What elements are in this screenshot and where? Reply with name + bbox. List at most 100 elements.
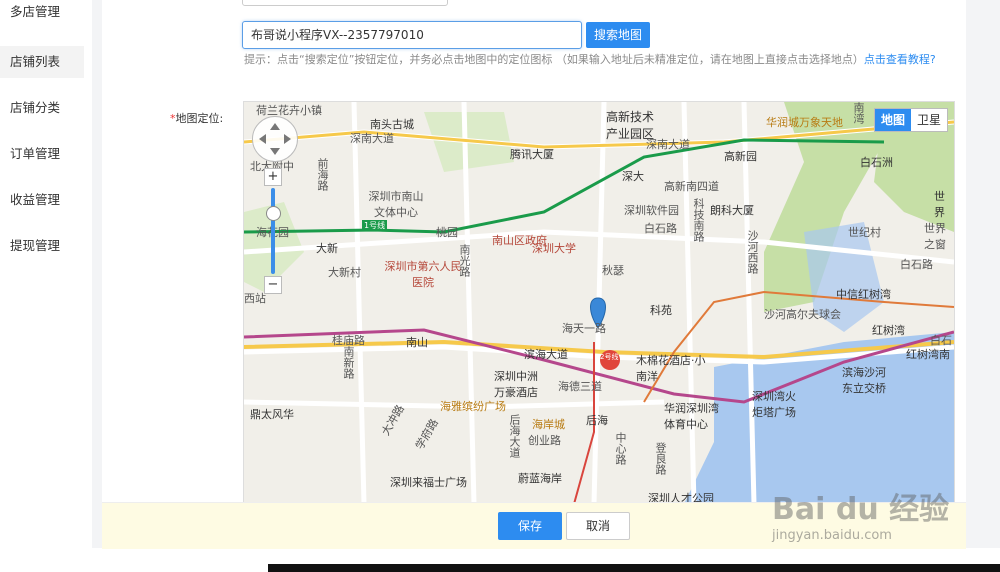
place-label: 高新园 — [724, 150, 757, 163]
place-label: 沙河高尔夫球会 — [764, 308, 841, 321]
metro-label: 2号线 — [600, 353, 619, 361]
map-location-label: *地图定位: — [170, 110, 223, 126]
place-label: 海德三道 — [558, 380, 602, 393]
place-label: 深圳湾火炬塔广场 — [752, 390, 796, 419]
watermark-logo: Bai du 经验 — [772, 492, 950, 527]
place-label: 南新路 — [342, 346, 355, 379]
sidebar-item-store-category[interactable]: 店铺分类 — [0, 92, 84, 124]
place-label: 木棉花酒店·小南洋 — [636, 354, 706, 383]
place-label: 创业路 — [528, 434, 561, 447]
search-map-button[interactable]: 搜索地图 — [586, 22, 650, 48]
place-label: 朗科大厦 — [710, 204, 754, 217]
place-label: 学府路 — [413, 416, 441, 452]
place-label: 白石路 — [644, 222, 677, 235]
sidebar-item-label: 提现管理 — [10, 238, 61, 253]
sidebar-item-multi-store[interactable]: 多店管理 — [0, 0, 84, 28]
cancel-button[interactable]: 取消 — [566, 512, 630, 540]
place-label: 华润深圳湾体育中心 — [664, 402, 719, 431]
place-label: 深圳市第六人民医院 — [384, 260, 462, 289]
place-label: 红树湾 — [872, 324, 905, 337]
watermark: Bai du 经验 jingyan.baidu.com — [772, 468, 982, 548]
map-type-switch: 地图 卫星 — [873, 108, 948, 132]
pan-arrows-icon — [259, 123, 291, 155]
place-label: 红树湾南 — [906, 348, 950, 361]
place-label: 荷兰花卉小镇 — [256, 104, 322, 117]
map-canvas[interactable]: 荷兰花卉小镇 南头古城 深南大道 前海路 深圳市南山文体中心 海花园 大新 大新… — [243, 101, 955, 505]
map-place-labels: 荷兰花卉小镇 南头古城 深南大道 前海路 深圳市南山文体中心 海花园 大新 大新… — [244, 102, 954, 504]
sidebar-item-label: 多店管理 — [10, 4, 61, 19]
place-label: 前海路 — [316, 158, 329, 191]
place-label: 南湾 — [852, 102, 865, 124]
place-label: 中心路 — [614, 432, 627, 465]
place-label: 深圳来福士广场 — [390, 476, 467, 489]
bottom-bar — [268, 564, 1000, 572]
zoom-in-button[interactable]: + — [264, 168, 282, 186]
sidebar-item-label: 订单管理 — [10, 146, 61, 161]
place-label: 中信红树湾 — [836, 288, 891, 301]
place-label: 登良路 — [654, 442, 667, 475]
zoom-control: + − — [264, 168, 282, 296]
place-label: 滨海沙河东立交桥 — [842, 366, 886, 395]
place-label: 深圳中洲万豪酒店 — [494, 370, 538, 399]
sidebar-item-withdraw[interactable]: 提现管理 — [0, 230, 84, 262]
tip-text: 提示：点击“搜索定位”按钮定位，并务必点击地图中的定位图标 （如果输入地址后未精… — [244, 52, 944, 68]
zoom-out-button[interactable]: − — [264, 276, 282, 294]
sidebar: 多店管理 店铺列表 店铺分类 订单管理 收益管理 提现管理 — [0, 0, 93, 548]
place-label: 白石路 — [900, 258, 933, 271]
zoom-slider-track[interactable] — [271, 188, 275, 274]
sidebar-item-store-list[interactable]: 店铺列表 — [0, 46, 84, 78]
sidebar-item-label: 店铺分类 — [10, 100, 61, 115]
watermark-url: jingyan.baidu.com — [772, 528, 892, 543]
pan-control[interactable] — [252, 116, 298, 162]
place-label: 世纪村 — [848, 226, 881, 239]
save-button[interactable]: 保存 — [498, 512, 562, 540]
place-label: 白石 — [930, 334, 952, 347]
sidebar-item-label: 收益管理 — [10, 192, 61, 207]
place-label: 后海 — [586, 414, 608, 427]
sidebar-item-orders[interactable]: 订单管理 — [0, 138, 84, 170]
sidebar-item-label: 店铺列表 — [10, 54, 61, 69]
place-label: 深圳软件园 — [624, 204, 679, 217]
sidebar-item-earnings[interactable]: 收益管理 — [0, 184, 84, 216]
place-label: 秋瑟 — [602, 264, 624, 277]
place-label: 华润城万象天地 — [766, 116, 843, 129]
map-type-map[interactable]: 地图 — [874, 109, 911, 131]
place-label: 腾讯大厦 — [510, 148, 554, 161]
place-label: 海天一路 — [562, 322, 606, 335]
place-label: 大新 — [316, 242, 338, 255]
left-gutter — [92, 0, 102, 548]
place-label: 海雅缤纷广场 — [440, 400, 506, 413]
metro-label: 1号线 — [362, 220, 388, 231]
place-label: 大新村 — [328, 266, 361, 279]
place-label: 深南大道 — [350, 132, 394, 145]
place-label: 南山 — [406, 336, 428, 349]
place-label: 大冲路 — [379, 402, 407, 438]
place-label: 深圳市南山文体中心 — [368, 190, 424, 219]
place-label: 深南大道 — [646, 138, 690, 151]
place-label: 世界之窗 — [924, 222, 946, 251]
map-label-text: 地图定位: — [175, 112, 224, 125]
place-label: 科技南路 — [692, 198, 705, 242]
zoom-slider-handle[interactable] — [266, 206, 281, 221]
place-label: 沙河西路 — [746, 230, 759, 274]
map-type-satellite[interactable]: 卫星 — [911, 109, 947, 131]
place-label: 西站 — [244, 292, 266, 305]
place-label: 白石洲 — [860, 156, 893, 169]
tip-message: 提示：点击“搜索定位”按钮定位，并务必点击地图中的定位图标 （如果输入地址后未精… — [244, 53, 864, 66]
place-label: 高新南四道 — [664, 180, 719, 193]
right-gutter — [966, 0, 1000, 548]
place-label: 桃园 — [436, 226, 458, 239]
previous-field[interactable] — [242, 0, 448, 6]
place-label: 蔚蓝海岸 — [518, 472, 562, 485]
place-label: 世界 — [934, 190, 945, 219]
place-label: 科苑 — [650, 304, 672, 317]
place-label: 深大 — [622, 170, 644, 183]
place-label: 南光路 — [458, 244, 471, 277]
map-search-input[interactable]: 布哥说小程序VX--2357797010 — [242, 21, 582, 49]
place-label: 后海大道 — [508, 414, 521, 458]
place-label: 海岸城 — [532, 418, 565, 431]
tutorial-link[interactable]: 点击查看教程? — [864, 53, 936, 66]
place-label: 鼎太风华 — [250, 408, 294, 421]
place-label: 滨海大道 — [524, 348, 568, 361]
place-label: 深圳大学 — [532, 242, 576, 255]
